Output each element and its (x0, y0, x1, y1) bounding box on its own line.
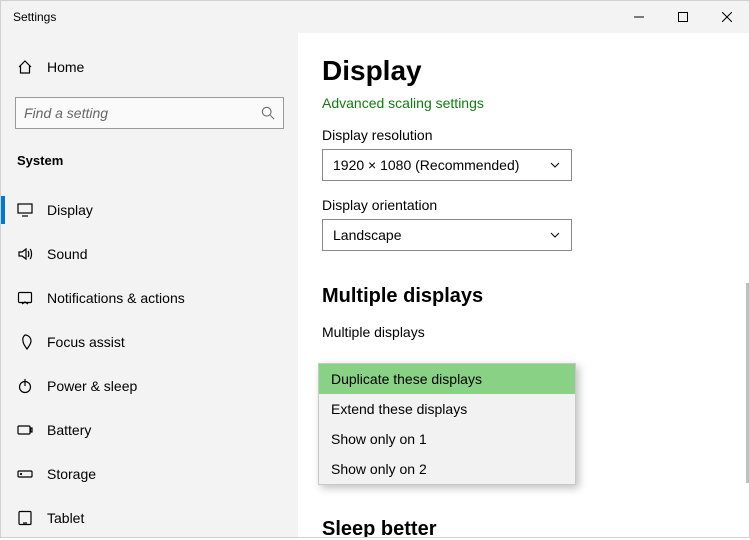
focus-assist-icon (17, 334, 33, 350)
sidebar-section: System (11, 147, 288, 182)
orientation-value: Landscape (333, 227, 402, 243)
page-title: Display (322, 55, 725, 87)
sidebar-item-sound[interactable]: Sound (11, 232, 288, 276)
multiple-displays-heading: Multiple displays (322, 285, 725, 308)
orientation-field: Display orientation Landscape (322, 197, 725, 251)
home-icon (17, 59, 33, 75)
tablet-icon (17, 510, 33, 526)
display-icon (17, 202, 33, 218)
storage-icon (17, 466, 33, 482)
close-button[interactable] (705, 1, 749, 33)
home-label: Home (47, 59, 84, 75)
sidebar-item-label: Display (47, 202, 93, 218)
titlebar: Settings (1, 1, 749, 33)
orientation-label: Display orientation (322, 197, 725, 213)
sidebar-item-label: Sound (47, 246, 87, 262)
resolution-select[interactable]: 1920 × 1080 (Recommended) (322, 149, 572, 181)
minimize-button[interactable] (617, 1, 661, 33)
sidebar-item-label: Tablet (47, 510, 84, 526)
resolution-field: Display resolution 1920 × 1080 (Recommen… (322, 127, 725, 181)
power-icon (17, 378, 33, 394)
sidebar-item-focus-assist[interactable]: Focus assist (11, 320, 288, 364)
sidebar-item-tablet[interactable]: Tablet (11, 496, 288, 540)
resolution-label: Display resolution (322, 127, 725, 143)
orientation-select[interactable]: Landscape (322, 219, 572, 251)
dropdown-option-duplicate[interactable]: Duplicate these displays (319, 364, 575, 394)
sidebar-item-label: Focus assist (47, 334, 125, 350)
sidebar-item-label: Notifications & actions (47, 290, 185, 306)
sidebar-item-label: Storage (47, 466, 96, 482)
sleep-better-heading: Sleep better (322, 518, 725, 537)
sidebar: Home System Display Sound Notifications … (1, 33, 298, 537)
sidebar-item-display[interactable]: Display (11, 188, 288, 232)
window-title: Settings (13, 10, 56, 24)
sidebar-item-label: Battery (47, 422, 91, 438)
sidebar-item-notifications[interactable]: Notifications & actions (11, 276, 288, 320)
scrollbar[interactable] (746, 283, 749, 483)
notifications-icon (17, 290, 33, 306)
dropdown-option-extend[interactable]: Extend these displays (319, 394, 575, 424)
main: Display Advanced scaling settings Displa… (298, 33, 749, 537)
sidebar-item-storage[interactable]: Storage (11, 452, 288, 496)
maximize-button[interactable] (661, 1, 705, 33)
search-icon (261, 106, 275, 120)
sidebar-nav: Display Sound Notifications & actions Fo… (11, 182, 288, 540)
multiple-displays-dropdown[interactable]: Duplicate these displays Extend these di… (318, 363, 576, 485)
dropdown-option-show-1[interactable]: Show only on 1 (319, 424, 575, 454)
search-box[interactable] (15, 97, 284, 129)
sidebar-item-battery[interactable]: Battery (11, 408, 288, 452)
battery-icon (17, 422, 33, 438)
chevron-down-icon (549, 229, 561, 241)
advanced-scaling-link[interactable]: Advanced scaling settings (322, 95, 484, 111)
window-controls (617, 1, 749, 33)
resolution-value: 1920 × 1080 (Recommended) (333, 157, 519, 173)
dropdown-option-show-2[interactable]: Show only on 2 (319, 454, 575, 484)
chevron-down-icon (549, 159, 561, 171)
sidebar-item-label: Power & sleep (47, 378, 137, 394)
home-button[interactable]: Home (11, 47, 288, 87)
sidebar-item-power-sleep[interactable]: Power & sleep (11, 364, 288, 408)
content: Home System Display Sound Notifications … (1, 33, 749, 537)
sound-icon (17, 246, 33, 262)
search-input[interactable] (24, 105, 261, 121)
multiple-displays-field: Multiple displays (322, 324, 725, 340)
multiple-displays-label: Multiple displays (322, 324, 725, 340)
